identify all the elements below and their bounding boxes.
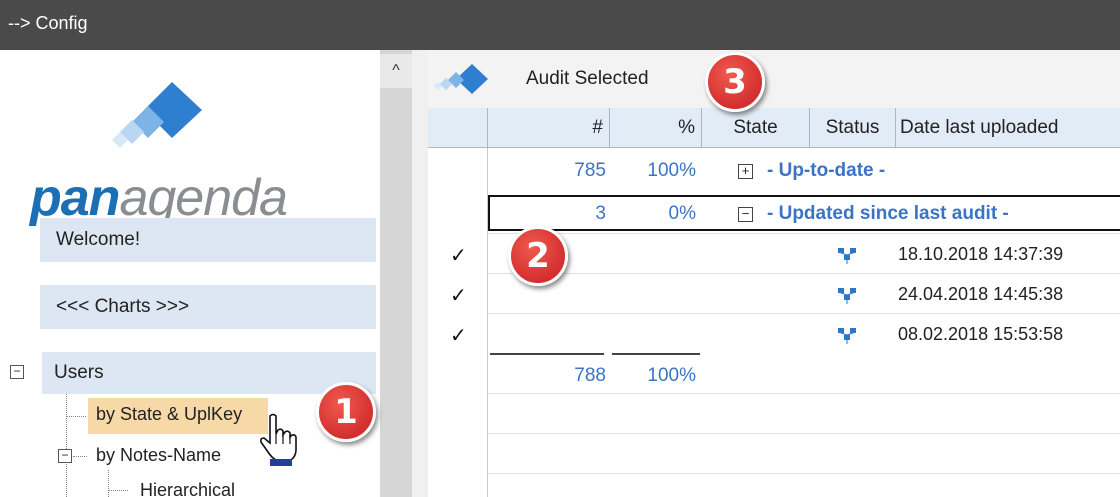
date-last-uploaded: 08.02.2018 15:53:58 (898, 324, 1064, 344)
collapse-toggle[interactable]: − (738, 207, 753, 222)
expand-toggle[interactable]: + (738, 164, 753, 179)
total-percent: 100% (647, 365, 696, 386)
group-percent: 0% (668, 203, 696, 224)
group-count: 3 (595, 203, 606, 224)
group-count: 785 (574, 160, 606, 181)
callout-badge-1: 1 (316, 382, 376, 442)
audit-selected-button[interactable]: Audit Selected (526, 68, 649, 90)
header-date-last-uploaded[interactable]: Date last uploaded (896, 108, 1120, 148)
table-row[interactable]: ✓ 08.02.2018 15:53:58 (428, 313, 1120, 353)
total-count: 788 (574, 365, 606, 386)
tree-node-by-state-label: by State & UplKey (96, 404, 243, 424)
row-divider (488, 393, 1120, 394)
tree-connector (66, 394, 67, 497)
tree-node-by-notes-name[interactable]: by Notes-Name (96, 445, 221, 466)
scroll-up-icon[interactable]: ^ (380, 54, 412, 88)
panagenda-logo-icon (112, 82, 202, 148)
header-count[interactable]: # (488, 108, 610, 148)
header-percent[interactable]: % (610, 108, 702, 148)
panagenda-toolbar-icon (434, 64, 488, 94)
group-label: − - Updated since last audit - (738, 203, 1009, 225)
callout-badge-3: 3 (705, 52, 765, 112)
check-mark-icon[interactable]: ✓ (450, 323, 467, 348)
group-label: + - Up-to-date - (738, 160, 885, 182)
header-status[interactable]: Status (810, 108, 896, 148)
tree-connector (66, 416, 86, 417)
group-state-label: - Up-to-date - (767, 160, 886, 181)
totals-row: 788 100% (428, 355, 1120, 395)
tree-node-hierarchical[interactable]: Hierarchical (140, 480, 235, 497)
tree-connector (73, 456, 87, 457)
users-collapse-toggle[interactable]: − (10, 365, 24, 379)
grid-header: # % State Status Date last uploaded (428, 108, 1120, 148)
group-state-label: - Updated since last audit - (767, 203, 1009, 224)
header-state[interactable]: State (702, 108, 810, 148)
date-last-uploaded: 18.10.2018 14:37:39 (898, 244, 1064, 264)
network-status-icon (838, 248, 856, 264)
header-check-column (428, 108, 488, 148)
left-panel-scrollbar[interactable]: ^ (380, 50, 412, 497)
callout-badge-2: 2 (508, 226, 568, 286)
tree-node-users-label: Users (54, 362, 104, 383)
group-row-up-to-date[interactable]: 785 100% + - Up-to-date - (428, 150, 1120, 190)
window-title: --> Config (8, 13, 88, 33)
tree-connector (108, 490, 128, 491)
row-divider (488, 473, 1120, 474)
row-divider (488, 433, 1120, 434)
notes-collapse-toggle[interactable]: − (58, 449, 72, 463)
welcome-button[interactable]: Welcome! (40, 218, 376, 262)
check-mark-icon[interactable]: ✓ (450, 283, 467, 308)
panel-splitter[interactable] (412, 50, 428, 497)
charts-button[interactable]: <<< Charts >>> (40, 285, 376, 329)
date-last-uploaded: 24.04.2018 14:45:38 (898, 284, 1064, 304)
window-titlebar: --> Config (0, 0, 1120, 50)
network-status-icon (838, 288, 856, 304)
tree-connector (108, 470, 109, 497)
network-status-icon (838, 328, 856, 344)
grid-toolbar: Audit Selected (428, 50, 1120, 108)
group-percent: 100% (647, 160, 696, 181)
check-mark-icon[interactable]: ✓ (450, 243, 467, 268)
hand-cursor-icon (260, 413, 297, 466)
